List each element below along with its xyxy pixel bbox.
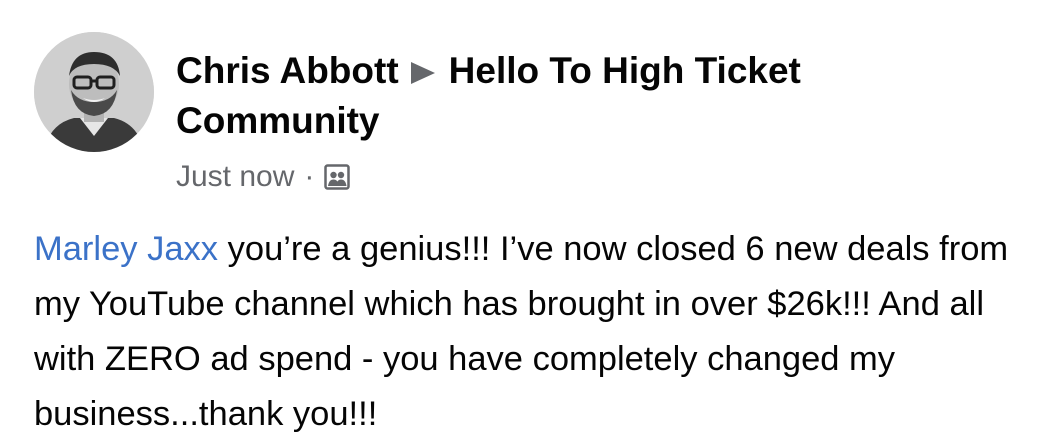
group-audience-icon[interactable] — [324, 164, 351, 190]
author-avatar[interactable] — [34, 32, 154, 152]
group-name-link[interactable]: Hello To High Ticket — [449, 50, 801, 91]
post-body: Marley Jaxx you’re a genius!!! I’ve now … — [34, 222, 1044, 442]
post-meta: Just now · — [176, 160, 1036, 194]
post-title: Chris Abbott Hello To High Ticket Communi… — [176, 46, 1036, 146]
mention-link[interactable]: Marley Jaxx — [34, 230, 218, 268]
avatar-photo — [34, 32, 154, 152]
group-name-link-continued[interactable]: Community — [176, 100, 380, 141]
author-name-link[interactable]: Chris Abbott — [176, 50, 399, 91]
post-timestamp[interactable]: Just now — [176, 160, 294, 194]
post-card: Chris Abbott Hello To High Ticket Communi… — [0, 0, 1062, 442]
meta-separator: · — [304, 160, 315, 193]
post-header: Chris Abbott Hello To High Ticket Communi… — [176, 46, 1036, 194]
posted-in-arrow-icon — [410, 62, 435, 84]
